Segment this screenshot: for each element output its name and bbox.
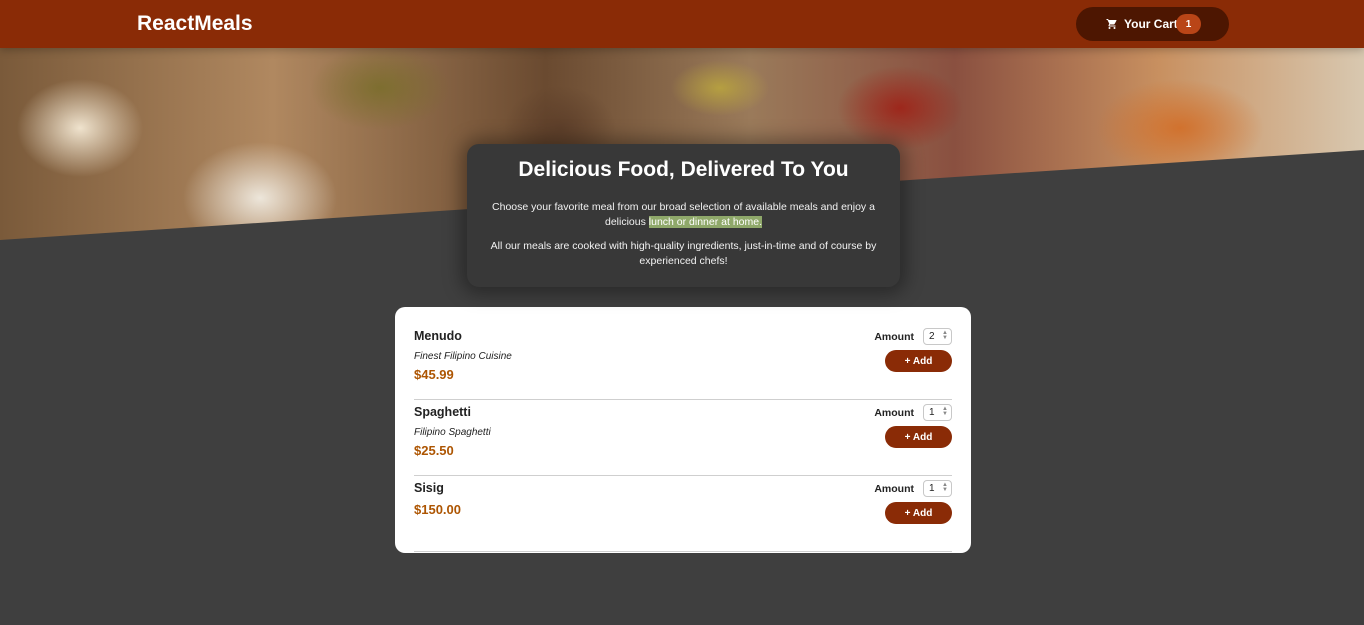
- summary-paragraph-1: Choose your favorite meal from our broad…: [481, 200, 886, 230]
- meal-name: Menudo: [414, 329, 462, 343]
- brand-logo: ReactMeals: [137, 12, 253, 35]
- meal-item-menudo: Menudo Finest Filipino Cuisine $45.99 Am…: [414, 324, 952, 400]
- amount-input[interactable]: 2 ▲ ▼: [923, 328, 952, 345]
- cart-count-badge: 1: [1176, 14, 1201, 34]
- meal-price: $45.99: [414, 367, 454, 382]
- add-to-cart-button[interactable]: + Add: [885, 502, 952, 524]
- meals-list: Menudo Finest Filipino Cuisine $45.99 Am…: [395, 307, 971, 553]
- cart-button[interactable]: Your Cart 1: [1076, 7, 1229, 41]
- meal-description: Finest Filipino Cuisine: [414, 351, 512, 362]
- amount-input[interactable]: 1 ▲ ▼: [923, 404, 952, 421]
- amount-input[interactable]: 1 ▲ ▼: [923, 480, 952, 497]
- stepper-icon[interactable]: ▲ ▼: [941, 482, 949, 494]
- meal-name: Sisig: [414, 481, 444, 495]
- cart-icon: [1106, 19, 1117, 29]
- stepper-icon[interactable]: ▲ ▼: [941, 406, 949, 418]
- amount-label: Amount: [874, 331, 914, 343]
- amount-value: 1: [929, 483, 935, 494]
- meal-item-spaghetti: Spaghetti Filipino Spaghetti $25.50 Amou…: [414, 400, 952, 476]
- meal-price: $150.00: [414, 502, 461, 517]
- amount-value: 1: [929, 407, 935, 418]
- cart-label: Your Cart: [1124, 17, 1178, 31]
- meal-description: Filipino Spaghetti: [414, 427, 491, 438]
- summary-title: Delicious Food, Delivered To You: [518, 158, 849, 181]
- amount-label: Amount: [874, 407, 914, 419]
- amount-value: 2: [929, 331, 935, 342]
- summary-highlight: lunch or dinner at home.: [648, 216, 762, 228]
- meals-summary: Delicious Food, Delivered To You Choose …: [467, 144, 900, 287]
- add-to-cart-button[interactable]: + Add: [885, 426, 952, 448]
- summary-paragraph-2: All our meals are cooked with high-quali…: [490, 240, 877, 267]
- app-header: ReactMeals Your Cart 1: [0, 0, 1364, 48]
- amount-label: Amount: [874, 483, 914, 495]
- meal-price: $25.50: [414, 443, 454, 458]
- meal-item-sisig: Sisig $150.00 Amount 1 ▲ ▼ + Add: [414, 476, 952, 552]
- add-to-cart-button[interactable]: + Add: [885, 350, 952, 372]
- meal-name: Spaghetti: [414, 405, 471, 419]
- stepper-icon[interactable]: ▲ ▼: [941, 330, 949, 342]
